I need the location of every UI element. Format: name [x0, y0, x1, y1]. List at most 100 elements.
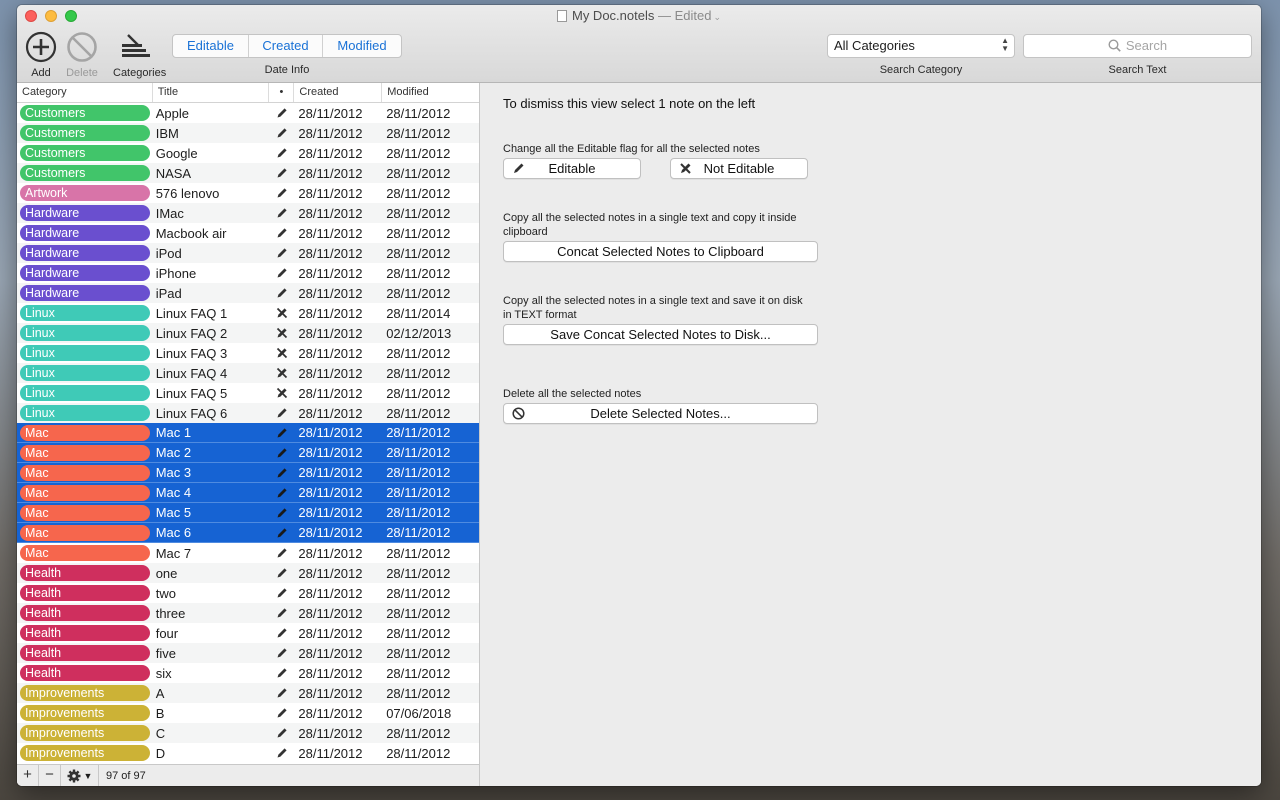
note-count: 97 of 97	[106, 769, 146, 782]
title-cell: Linux FAQ 6	[155, 405, 228, 421]
table-row[interactable]: Mac Mac 1 28/11/2012 28/11/2012	[17, 423, 479, 443]
title-cell: iPad	[155, 285, 182, 301]
pencil-icon	[269, 207, 294, 219]
table-row[interactable]: Health three 28/11/2012 28/11/2012	[17, 603, 479, 623]
edited-status: — Edited	[657, 8, 712, 23]
table-row[interactable]: Hardware IMac 28/11/2012 28/11/2012	[17, 203, 479, 223]
created-cell: 28/11/2012	[298, 645, 363, 661]
add-label: Add	[31, 67, 51, 79]
concat-clipboard-button[interactable]: Concat Selected Notes to Clipboard	[503, 241, 818, 262]
table-row[interactable]: Mac Mac 2 28/11/2012 28/11/2012	[17, 443, 479, 463]
segment-created[interactable]: Created	[249, 35, 323, 57]
table-row[interactable]: Mac Mac 7 28/11/2012 28/11/2012	[17, 543, 479, 563]
modified-cell: 28/11/2012	[386, 365, 451, 381]
table-row[interactable]: Linux Linux FAQ 3 28/11/2012 28/11/2012	[17, 343, 479, 363]
table-row[interactable]: Customers NASA 28/11/2012 28/11/2012	[17, 163, 479, 183]
column-header-created[interactable]: Created	[294, 83, 383, 102]
table-row[interactable]: Health six 28/11/2012 28/11/2012	[17, 663, 479, 683]
table-row[interactable]: Customers IBM 28/11/2012 28/11/2012	[17, 123, 479, 143]
set-editable-button[interactable]: Editable	[503, 158, 641, 179]
table-row[interactable]: Hardware iPhone 28/11/2012 28/11/2012	[17, 263, 479, 283]
table-row[interactable]: Health four 28/11/2012 28/11/2012	[17, 623, 479, 643]
table-row[interactable]: Health two 28/11/2012 28/11/2012	[17, 583, 479, 603]
table-row[interactable]: Mac Mac 3 28/11/2012 28/11/2012	[17, 463, 479, 483]
column-header-editable[interactable]: •	[269, 83, 295, 102]
created-cell: 28/11/2012	[298, 325, 363, 341]
list-bottom-bar: + − ▼ 97 of 97	[17, 764, 479, 786]
category-cell: Linux	[17, 405, 153, 421]
category-badge: Linux	[20, 305, 150, 321]
modified-cell: 28/11/2012	[386, 265, 451, 281]
category-cell: Improvements	[17, 685, 153, 701]
remove-note-button[interactable]: −	[39, 765, 61, 786]
add-button[interactable]: Add	[19, 29, 63, 79]
add-note-button[interactable]: +	[17, 765, 39, 786]
table-row[interactable]: Linux Linux FAQ 5 28/11/2012 28/11/2012	[17, 383, 479, 403]
created-cell: 28/11/2012	[298, 685, 363, 701]
table-row[interactable]: Health five 28/11/2012 28/11/2012	[17, 643, 479, 663]
table-row[interactable]: Hardware iPod 28/11/2012 28/11/2012	[17, 243, 479, 263]
segment-editable[interactable]: Editable	[173, 35, 249, 57]
pencil-icon	[269, 247, 294, 259]
table-row[interactable]: Mac Mac 6 28/11/2012 28/11/2012	[17, 523, 479, 543]
table-row[interactable]: Artwork 576 lenovo 28/11/2012 28/11/2012	[17, 183, 479, 203]
created-cell: 28/11/2012	[298, 545, 363, 561]
table-row[interactable]: Health one 28/11/2012 28/11/2012	[17, 563, 479, 583]
modified-cell: 28/11/2012	[386, 445, 451, 460]
delete-button[interactable]: Delete	[60, 29, 104, 79]
date-info-label: Date Info	[264, 64, 310, 76]
created-cell: 28/11/2012	[298, 385, 363, 401]
table-row[interactable]: Improvements A 28/11/2012 28/11/2012	[17, 683, 479, 703]
table-row[interactable]: Improvements C 28/11/2012 28/11/2012	[17, 723, 479, 743]
created-cell: 28/11/2012	[298, 105, 363, 121]
category-badge: Improvements	[20, 685, 150, 701]
title-cell: 576 lenovo	[155, 185, 220, 201]
categories-button[interactable]: Categories	[113, 29, 166, 79]
table-row[interactable]: Mac Mac 5 28/11/2012 28/11/2012	[17, 503, 479, 523]
plus-circle-icon	[25, 31, 57, 63]
table-row[interactable]: Hardware iPad 28/11/2012 28/11/2012	[17, 283, 479, 303]
title-cell: D	[155, 745, 166, 761]
table-row[interactable]: Linux Linux FAQ 6 28/11/2012 28/11/2012	[17, 403, 479, 423]
app-window: My Doc.notels — Edited ⌄ Add Delete Cate…	[17, 5, 1261, 786]
delete-selected-button[interactable]: Delete Selected Notes...	[503, 403, 818, 424]
created-cell: 28/11/2012	[298, 225, 363, 241]
chevron-down-icon[interactable]: ⌄	[713, 12, 721, 22]
title-cell: Mac 5	[155, 505, 192, 520]
modified-cell: 28/11/2012	[386, 405, 451, 421]
search-input[interactable]: Search	[1023, 34, 1252, 58]
segment-modified[interactable]: Modified	[323, 35, 401, 57]
category-cell: Health	[17, 605, 153, 621]
table-row[interactable]: Hardware Macbook air 28/11/2012 28/11/2012	[17, 223, 479, 243]
categories-icon	[122, 34, 150, 57]
pencil-icon	[269, 467, 294, 479]
table-row[interactable]: Customers Apple 28/11/2012 28/11/2012	[17, 103, 479, 123]
document-name: My Doc.notels	[571, 8, 655, 23]
table-row[interactable]: Improvements B 28/11/2012 07/06/2018	[17, 703, 479, 723]
title-cell: Linux FAQ 5	[155, 385, 228, 401]
table-row[interactable]: Linux Linux FAQ 4 28/11/2012 28/11/2012	[17, 363, 479, 383]
column-header-title[interactable]: Title	[153, 83, 270, 102]
column-header-modified[interactable]: Modified	[382, 83, 479, 102]
table-row[interactable]: Customers Google 28/11/2012 28/11/2012	[17, 143, 479, 163]
set-not-editable-button[interactable]: Not Editable	[670, 158, 808, 179]
column-header-category[interactable]: Category	[17, 83, 153, 102]
table-row[interactable]: Linux Linux FAQ 2 28/11/2012 02/12/2013	[17, 323, 479, 343]
category-badge: Mac	[20, 464, 150, 481]
modified-cell: 28/11/2012	[386, 465, 451, 480]
created-cell: 28/11/2012	[298, 265, 363, 281]
action-menu-button[interactable]: ▼	[61, 765, 99, 786]
pencil-icon	[269, 667, 294, 679]
pencil-icon	[269, 507, 294, 519]
modified-cell: 07/06/2018	[386, 705, 452, 721]
category-cell: Hardware	[17, 225, 153, 241]
table-row[interactable]: Improvements D 28/11/2012 28/11/2012	[17, 743, 479, 763]
table-row[interactable]: Mac Mac 4 28/11/2012 28/11/2012	[17, 483, 479, 503]
save-to-disk-button[interactable]: Save Concat Selected Notes to Disk...	[503, 324, 818, 345]
category-select[interactable]: All Categories ▲ ▼	[827, 34, 1015, 58]
table-row[interactable]: Linux Linux FAQ 1 28/11/2012 28/11/2014	[17, 303, 479, 323]
category-cell: Linux	[17, 305, 153, 321]
created-cell: 28/11/2012	[298, 465, 363, 480]
pencil-icon	[269, 127, 294, 139]
created-cell: 28/11/2012	[298, 445, 363, 460]
